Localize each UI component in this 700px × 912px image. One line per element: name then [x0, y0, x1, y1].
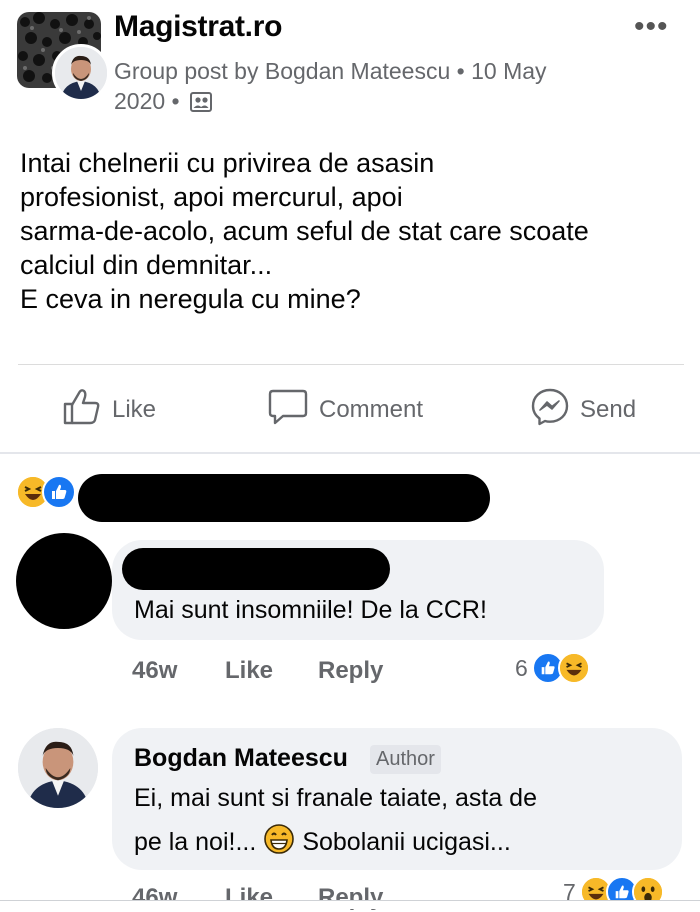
thumbs-up-icon: [62, 387, 112, 434]
comment-author-name[interactable]: Bogdan Mateescu: [134, 744, 348, 773]
redacted-commenter-name[interactable]: [122, 548, 390, 590]
comment-like-button[interactable]: Like: [225, 657, 273, 685]
post-text-line: profesionist, apoi mercurul, apoi: [20, 182, 403, 212]
post-text-line: calciul din demnitar...: [20, 250, 273, 280]
author-avatar[interactable]: [52, 44, 110, 102]
divider: [18, 364, 684, 365]
reactions-summary[interactable]: [16, 472, 76, 512]
author-comment-line-2: pe la noi!... Sobolanii ucigasi...: [134, 824, 511, 861]
comment-reactions[interactable]: 6: [515, 652, 590, 684]
comment-icon: [267, 387, 319, 434]
send-button[interactable]: Send: [530, 386, 636, 434]
comment-label: Comment: [319, 396, 424, 423]
like-label: Like: [112, 396, 157, 423]
post-meta-line-1: Group post by Bogdan Mateescu • 10 May: [114, 58, 547, 84]
like-icon: [42, 475, 76, 509]
author-comment-line-1: Ei, mai sunt si franale taiate, asta de: [134, 784, 537, 812]
author-comment-text-a: pe la noi!...: [134, 828, 257, 856]
post-text-line: Intai chelnerii cu privirea de asasin: [20, 148, 435, 178]
messenger-icon: [530, 387, 580, 434]
author-comment-text-b: Sobolanii ucigasi...: [302, 828, 511, 856]
post-text-line: sarma-de-acolo, acum seful de stat care …: [20, 216, 589, 246]
comment-reply-button[interactable]: Reply: [318, 657, 383, 685]
post-text-line: E ceva in neregula cu mine?: [20, 284, 361, 314]
author-badge: Author: [370, 745, 441, 774]
author-comment-avatar[interactable]: [18, 728, 98, 808]
reaction-count: 6: [515, 654, 528, 681]
post-meta-line-2: 2020 •: [114, 88, 180, 114]
group-audience-icon: [190, 89, 212, 119]
group-name[interactable]: Magistrat.ro: [114, 10, 282, 44]
comment-age[interactable]: 46w: [132, 657, 177, 685]
post-meta: Group post by Bogdan Mateescu • 10 May 2…: [114, 56, 634, 119]
more-options-icon[interactable]: •••: [634, 10, 669, 44]
like-button[interactable]: Like: [62, 386, 156, 434]
haha-icon: [557, 652, 590, 684]
redacted-reactor-names: [78, 474, 490, 522]
redacted-commenter-avatar[interactable]: [16, 533, 112, 629]
send-label: Send: [580, 396, 637, 423]
comment-button[interactable]: Comment: [267, 386, 423, 434]
comment-text: Mai sunt insomniile! De la CCR!: [134, 596, 487, 624]
post-text: Intai chelnerii cu privirea de asasin pr…: [20, 146, 685, 316]
grinning-emoji-icon: [264, 824, 295, 861]
section-separator: [0, 452, 700, 454]
